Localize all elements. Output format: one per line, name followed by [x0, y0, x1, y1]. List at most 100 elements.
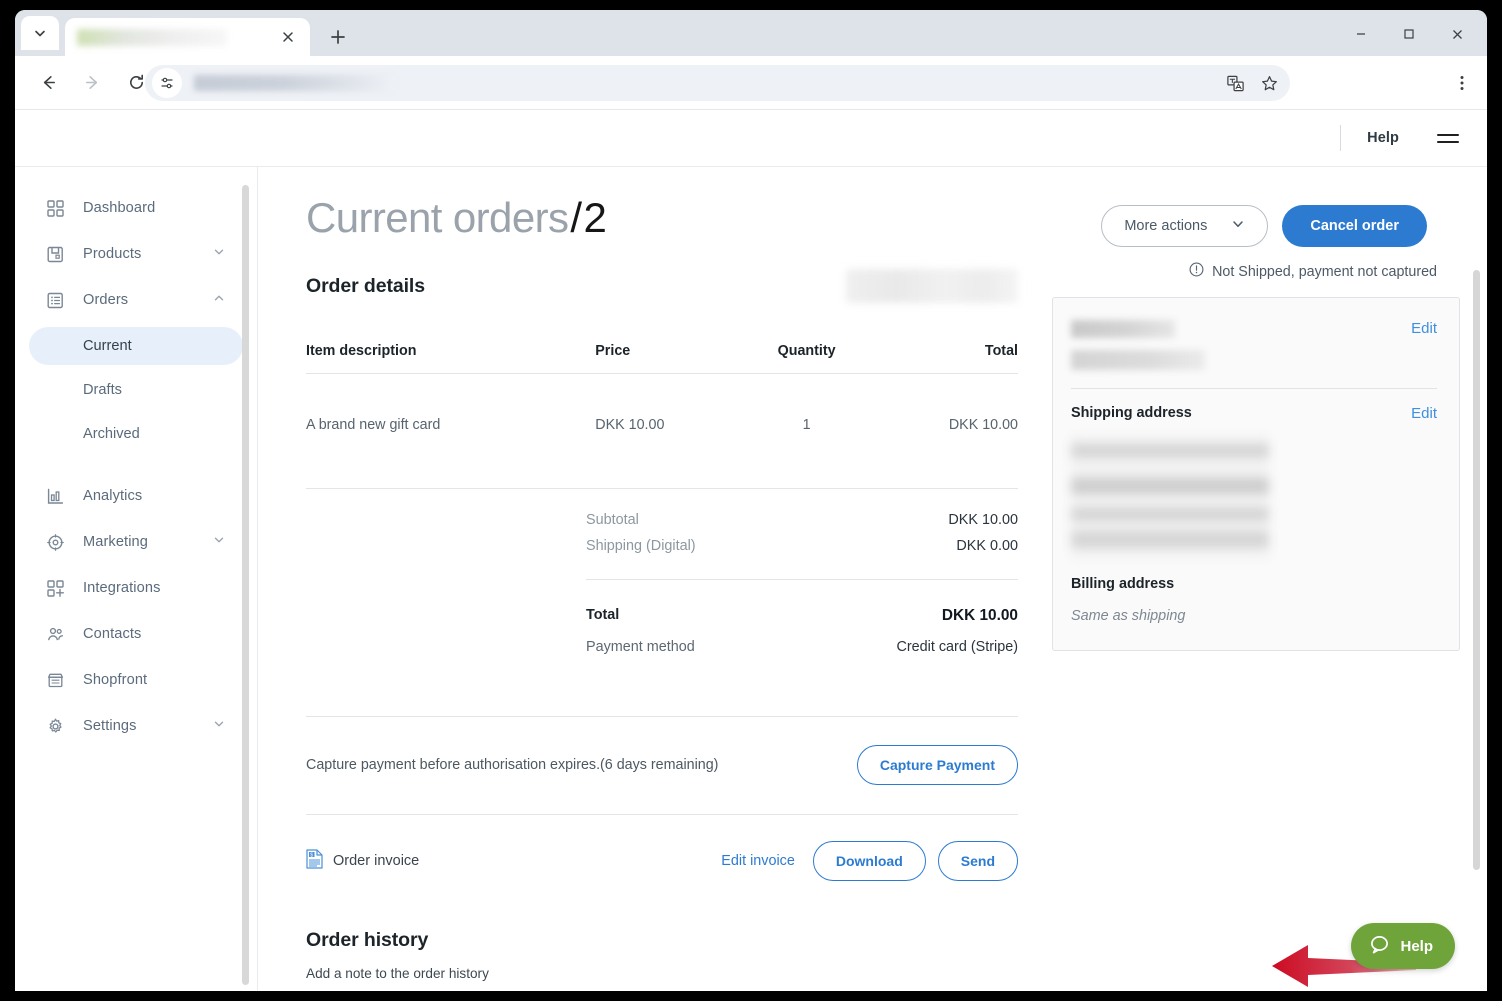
more-actions-button[interactable]: More actions	[1101, 205, 1269, 247]
svg-text:$: $	[310, 852, 313, 858]
app-body: Dashboard Products Orders Current Drafts…	[15, 167, 1487, 991]
grid-plus-icon	[47, 579, 67, 597]
header-help-link[interactable]: Help	[1367, 130, 1399, 146]
main-content: Current orders/2 More actions Cancel ord…	[258, 167, 1487, 991]
app-header: Help	[15, 110, 1487, 167]
section-title-order-details: Order details	[306, 274, 425, 297]
sidebar-item-shopfront[interactable]: Shopfront	[29, 661, 243, 699]
chevron-down-icon	[1231, 217, 1245, 235]
browser-menu-button[interactable]	[1447, 68, 1477, 98]
shipping-label: Shipping (Digital)	[586, 538, 696, 554]
new-tab-icon[interactable]	[325, 24, 351, 50]
forward-button[interactable]	[75, 66, 109, 100]
sidebar-item-label: Products	[83, 246, 142, 262]
send-label: Send	[960, 853, 995, 869]
order-details-header: Order details	[306, 269, 1018, 303]
sidebar-item-contacts[interactable]: Contacts	[29, 615, 243, 653]
download-label: Download	[835, 853, 903, 869]
people-icon	[47, 626, 67, 643]
column-header-quantity: Quantity	[744, 343, 870, 374]
sidebar-item-products[interactable]: Products	[29, 235, 243, 273]
grand-total-value: DKK 10.00	[941, 607, 1018, 624]
sidebar-subitem-label: Current	[83, 338, 132, 354]
sidebar-scrollbar[interactable]	[242, 185, 249, 985]
order-invoice-section: $ Order invoice Edit invoice Download Se…	[306, 814, 1018, 881]
page-title-prefix: Current orders	[306, 194, 569, 241]
shipping-address-label: Shipping address	[1071, 405, 1192, 421]
order-invoice-label: Order invoice	[333, 853, 420, 869]
download-invoice-button[interactable]: Download	[812, 841, 926, 881]
customer-name-redacted	[1071, 320, 1175, 338]
capture-payment-button[interactable]: Capture Payment	[856, 745, 1018, 785]
target-icon	[47, 533, 67, 551]
bookmark-star-icon[interactable]	[1254, 68, 1284, 98]
sidebar-item-label: Integrations	[83, 580, 161, 596]
card-divider	[1071, 388, 1437, 389]
window-controls	[1339, 19, 1479, 49]
sidebar-item-dashboard[interactable]: Dashboard	[29, 189, 243, 227]
browser-tab[interactable]	[65, 18, 310, 56]
sliders-icon	[161, 77, 173, 89]
cancel-order-button[interactable]: Cancel order	[1282, 205, 1427, 247]
arrow-left-icon	[43, 75, 55, 90]
help-chat-widget[interactable]: Help	[1351, 923, 1455, 969]
sidebar-item-drafts[interactable]: Drafts	[29, 371, 243, 409]
chevron-down-icon[interactable]	[213, 534, 225, 550]
order-invoice-actions: Edit invoice Download Send	[721, 841, 1018, 881]
sidebar-item-integrations[interactable]: Integrations	[29, 569, 243, 607]
customer-address-card: Edit Shipping address Edit Billing addre…	[1052, 297, 1460, 651]
chevron-up-icon[interactable]	[213, 292, 225, 308]
chevron-down-icon[interactable]	[213, 246, 225, 262]
edit-customer-link[interactable]: Edit	[1411, 320, 1437, 337]
sidebar-item-settings[interactable]: Settings	[29, 707, 243, 745]
send-invoice-button[interactable]: Send	[937, 841, 1018, 881]
more-actions-label: More actions	[1124, 218, 1208, 234]
sidebar-item-marketing[interactable]: Marketing	[29, 523, 243, 561]
list-icon	[47, 292, 67, 309]
help-widget-label: Help	[1400, 937, 1433, 955]
sidebar-item-orders[interactable]: Orders	[29, 281, 243, 319]
tab-search-button[interactable]	[21, 16, 59, 50]
order-totals: Subtotal DKK 10.00 Shipping (Digital) DK…	[586, 507, 1018, 660]
close-window-button[interactable]	[1435, 19, 1479, 49]
page-actions: More actions Cancel order	[1101, 195, 1427, 247]
edit-invoice-link[interactable]: Edit invoice	[721, 853, 795, 869]
box-icon	[47, 246, 67, 263]
table-body: A brand new gift card DKK 10.00 1 DKK 10…	[306, 374, 1018, 489]
cell-item-description: A brand new gift card	[306, 417, 441, 433]
sidebar-item-analytics[interactable]: Analytics	[29, 477, 243, 515]
invoice-document-icon: $	[306, 849, 323, 873]
cell-price: DKK 10.00	[595, 417, 665, 433]
header-divider	[1340, 125, 1342, 151]
hamburger-menu-icon[interactable]	[1437, 133, 1459, 143]
address-bar[interactable]	[145, 65, 1290, 101]
sidebar-item-label: Shopfront	[83, 672, 148, 688]
site-settings-icon[interactable]	[152, 68, 182, 98]
customer-column: Edit Shipping address Edit Billing addre…	[1052, 269, 1460, 981]
order-id-redacted	[846, 269, 1018, 303]
sidebar-subitem-label: Archived	[83, 426, 140, 442]
minimize-button[interactable]	[1339, 19, 1383, 49]
reload-icon	[129, 74, 143, 89]
kebab-menu-icon	[1460, 76, 1464, 90]
capture-payment-text: Capture payment before authorisation exp…	[306, 757, 719, 773]
page-header: Current orders/2 More actions Cancel ord…	[258, 167, 1487, 247]
maximize-button[interactable]	[1387, 19, 1431, 49]
page-title: Current orders/2	[306, 194, 607, 241]
back-button[interactable]	[31, 66, 65, 100]
edit-shipping-link[interactable]: Edit	[1411, 405, 1437, 422]
cell-total: DKK 10.00	[948, 417, 1018, 433]
translate-icon[interactable]	[1220, 68, 1250, 98]
app-viewport: Help Dashboard Products Orders Current D…	[15, 110, 1487, 991]
chevron-down-icon	[35, 30, 45, 37]
chevron-down-icon[interactable]	[213, 718, 225, 734]
close-icon[interactable]	[280, 29, 296, 45]
payment-method-label: Payment method	[586, 639, 695, 655]
sidebar-item-current[interactable]: Current	[29, 327, 243, 365]
column-header-item-description: Item description	[306, 343, 596, 374]
content-columns: Order details Item description Price Qua…	[258, 247, 1487, 981]
gear-icon	[47, 718, 67, 735]
main-scrollbar[interactable]	[1473, 270, 1480, 870]
sidebar-item-archived[interactable]: Archived	[29, 415, 243, 453]
sidebar-item-label: Marketing	[83, 534, 148, 550]
